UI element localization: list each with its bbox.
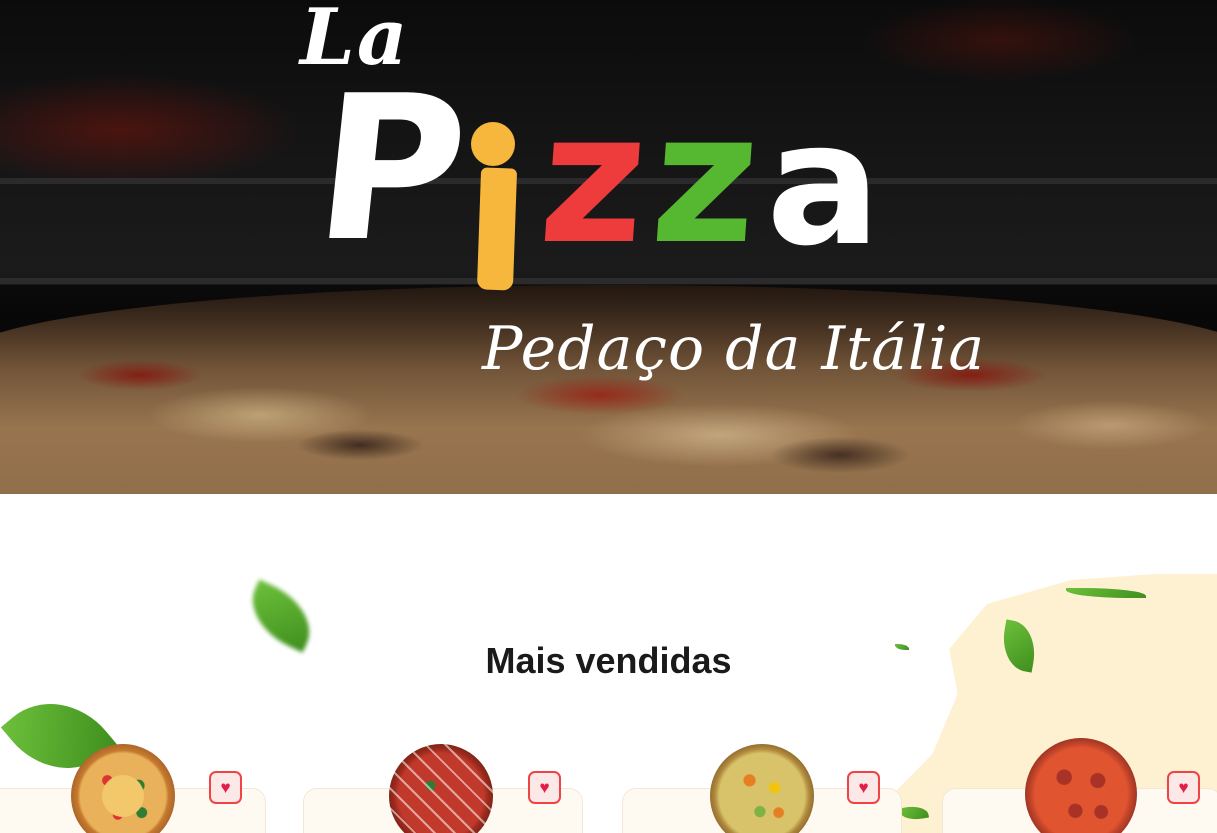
- pizza-image[interactable]: [1025, 738, 1137, 833]
- logo-letter-i: [470, 110, 521, 291]
- heart-icon[interactable]: ♥: [847, 771, 880, 804]
- logo-letter-z-green: z: [646, 75, 766, 284]
- pizza-image[interactable]: [710, 744, 814, 833]
- hero-tagline: Pedaço da Itália: [482, 314, 986, 384]
- heart-icon[interactable]: ♥: [528, 771, 561, 804]
- bestsellers-list: ♥ ♥ ♥ ♥: [0, 734, 1217, 833]
- hero-banner: La P z z a Pedaço da Itália: [0, 0, 1217, 494]
- pizza-image[interactable]: [71, 744, 175, 833]
- heart-icon[interactable]: ♥: [1167, 771, 1200, 804]
- logo-letter-p: P: [305, 53, 477, 286]
- bestsellers-section: Mais vendidas ♥ ♥ ♥ ♥: [0, 494, 1217, 833]
- pizza-image[interactable]: [389, 744, 493, 833]
- section-title: Mais vendidas: [485, 640, 732, 681]
- logo-letter-a: a: [766, 86, 881, 284]
- logo-word: P z z a: [306, 53, 881, 291]
- heart-icon[interactable]: ♥: [209, 771, 242, 804]
- logo-letter-z-red: z: [533, 75, 653, 284]
